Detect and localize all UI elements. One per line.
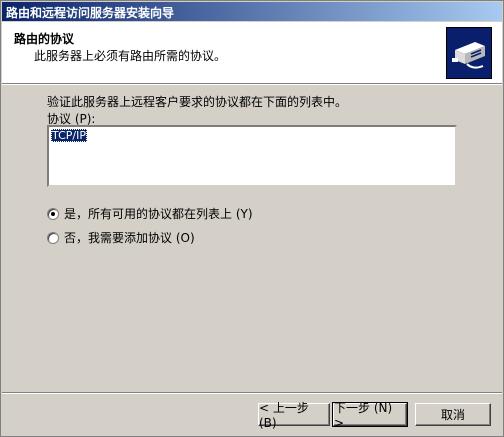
network-device-icon	[446, 27, 492, 79]
protocol-listbox[interactable]: TCP/IP	[47, 125, 457, 187]
radio-label-yes: 是，所有可用的协议都在列表上 (Y)	[64, 207, 253, 221]
list-item[interactable]: TCP/IP	[51, 129, 87, 142]
back-button[interactable]: < 上一步 (B)	[258, 401, 330, 430]
radio-option-no[interactable]: 否，我需要添加协议 (O)	[47, 229, 195, 246]
footer-divider	[2, 392, 502, 394]
next-button[interactable]: 下一步 (N) >	[332, 401, 408, 430]
cancel-button[interactable]: 取消	[415, 403, 491, 426]
title-bar[interactable]: 路由和远程访问服务器安装向导	[2, 2, 502, 21]
wizard-window: 路由和远程访问服务器安装向导 路由的协议 此服务器上必须有路由所需的协议。 验证…	[0, 0, 504, 437]
radio-label-no: 否，我需要添加协议 (O)	[64, 231, 195, 245]
window-title: 路由和远程访问服务器安装向导	[6, 6, 175, 20]
header-divider	[2, 83, 502, 85]
wizard-header: 路由的协议 此服务器上必须有路由所需的协议。	[2, 22, 502, 83]
page-title: 路由的协议	[14, 32, 75, 46]
radio-button-yes[interactable]	[47, 207, 59, 220]
description-text: 验证此服务器上远程客户要求的协议都在下面的列表中。	[47, 95, 348, 109]
radio-button-no[interactable]	[47, 231, 59, 244]
radio-option-yes[interactable]: 是，所有可用的协议都在列表上 (Y)	[47, 205, 253, 222]
page-subtitle: 此服务器上必须有路由所需的协议。	[34, 49, 227, 63]
